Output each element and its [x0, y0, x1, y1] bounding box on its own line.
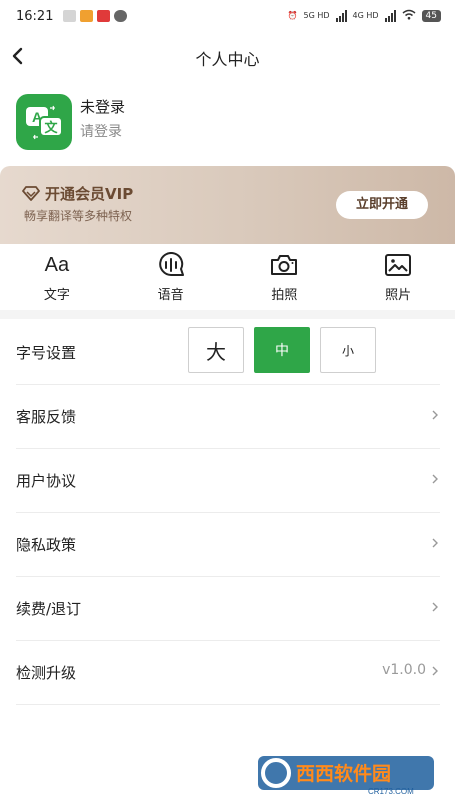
notification-app-icon [97, 10, 110, 22]
notification-app-icon [80, 10, 93, 22]
notification-app-icon [114, 10, 127, 22]
settings-item-feedback[interactable]: 客服反馈 [16, 384, 440, 449]
watermark-logo: 西西软件园 CR173.COM [258, 756, 434, 796]
feature-label: 语音 [157, 288, 184, 303]
settings-item-user-agreement[interactable]: 用户协议 [16, 448, 440, 513]
font-size-row: 字号设置 大 中 小 [16, 320, 440, 385]
chevron-right-icon [432, 474, 438, 484]
diamond-icon [22, 186, 40, 201]
page-header: 个人中心 [0, 34, 455, 78]
login-link[interactable]: 请登录 [80, 121, 122, 141]
font-size-options: 大 中 小 [188, 327, 376, 373]
settings-item-label: 客服反馈 [16, 408, 77, 426]
font-size-small-button[interactable]: 小 [320, 327, 376, 373]
version-text: v1.0.0 [382, 662, 426, 678]
chevron-right-icon [432, 538, 438, 548]
profile-section[interactable]: A 文 未登录 请登录 [0, 84, 455, 154]
translate-icon: A 文 [26, 105, 63, 140]
logo-letter-zh: 文 [44, 120, 58, 136]
feature-label: 拍照 [271, 288, 298, 303]
settings-item-privacy[interactable]: 隐私政策 [16, 512, 440, 577]
chevron-right-icon [432, 666, 438, 676]
alarm-icon: ⏰ [287, 11, 298, 20]
watermark: 西西软件园 CR173.COM [256, 752, 436, 796]
photo-icon [385, 254, 412, 276]
app-logo: A 文 [16, 94, 72, 150]
battery-indicator: 45 [421, 9, 441, 22]
camera-icon [271, 255, 298, 275]
section-divider [0, 310, 455, 319]
text-aa-icon: Aa [44, 254, 70, 276]
page-title: 个人中心 [195, 50, 260, 69]
font-size-medium-button[interactable]: 中 [254, 327, 310, 373]
chevron-right-icon [432, 410, 438, 420]
status-right: ⏰ 5G HD 4G HD 45 [288, 9, 441, 22]
settings-item-label: 续费/退订 [16, 600, 82, 618]
network-label-1: 5G HD [303, 11, 330, 20]
feature-voice[interactable]: 语音 [114, 244, 228, 310]
font-size-label: 字号设置 [16, 344, 77, 362]
settings-item-label: 检测升级 [16, 664, 77, 682]
network-label-2: 4G HD [352, 11, 379, 20]
feature-label: 文字 [43, 288, 70, 303]
settings-item-label: 隐私政策 [16, 536, 77, 554]
notification-app-icon [63, 10, 76, 22]
feature-camera[interactable]: 拍照 [228, 244, 342, 310]
feature-text[interactable]: Aa 文字 [0, 244, 114, 310]
feature-photo[interactable]: 照片 [341, 244, 455, 310]
voice-icon [158, 252, 184, 276]
vip-title: 开通会员VIP [45, 185, 134, 203]
status-time: 16:21 [16, 9, 54, 24]
feature-row: Aa 文字 语音 拍照 照片 [0, 244, 455, 310]
vip-title-wrap: 开通会员VIP [22, 183, 133, 204]
open-vip-button[interactable]: 立即开通 [336, 191, 428, 219]
watermark-brand: 西西软件园 [296, 762, 391, 785]
vip-banner[interactable]: 开通会员VIP 畅享翻译等多种特权 立即开通 [0, 166, 455, 244]
wifi-icon [402, 9, 416, 22]
settings-item-check-update[interactable]: 检测升级 v1.0.0 [16, 640, 440, 705]
profile-name: 未登录 [80, 98, 126, 116]
settings-item-label: 用户协议 [16, 472, 77, 490]
chevron-right-icon [432, 602, 438, 612]
notification-icons [63, 10, 127, 22]
signal-icon [384, 9, 396, 22]
vip-subtitle: 畅享翻译等多种特权 [24, 209, 133, 223]
settings-item-renewal[interactable]: 续费/退订 [16, 576, 440, 641]
watermark-url: CR173.COM [368, 787, 414, 796]
signal-icon [335, 9, 347, 22]
font-size-large-button[interactable]: 大 [188, 327, 244, 373]
status-bar: 16:21 ⏰ 5G HD 4G HD 45 [0, 0, 455, 34]
feature-label: 照片 [385, 288, 412, 303]
